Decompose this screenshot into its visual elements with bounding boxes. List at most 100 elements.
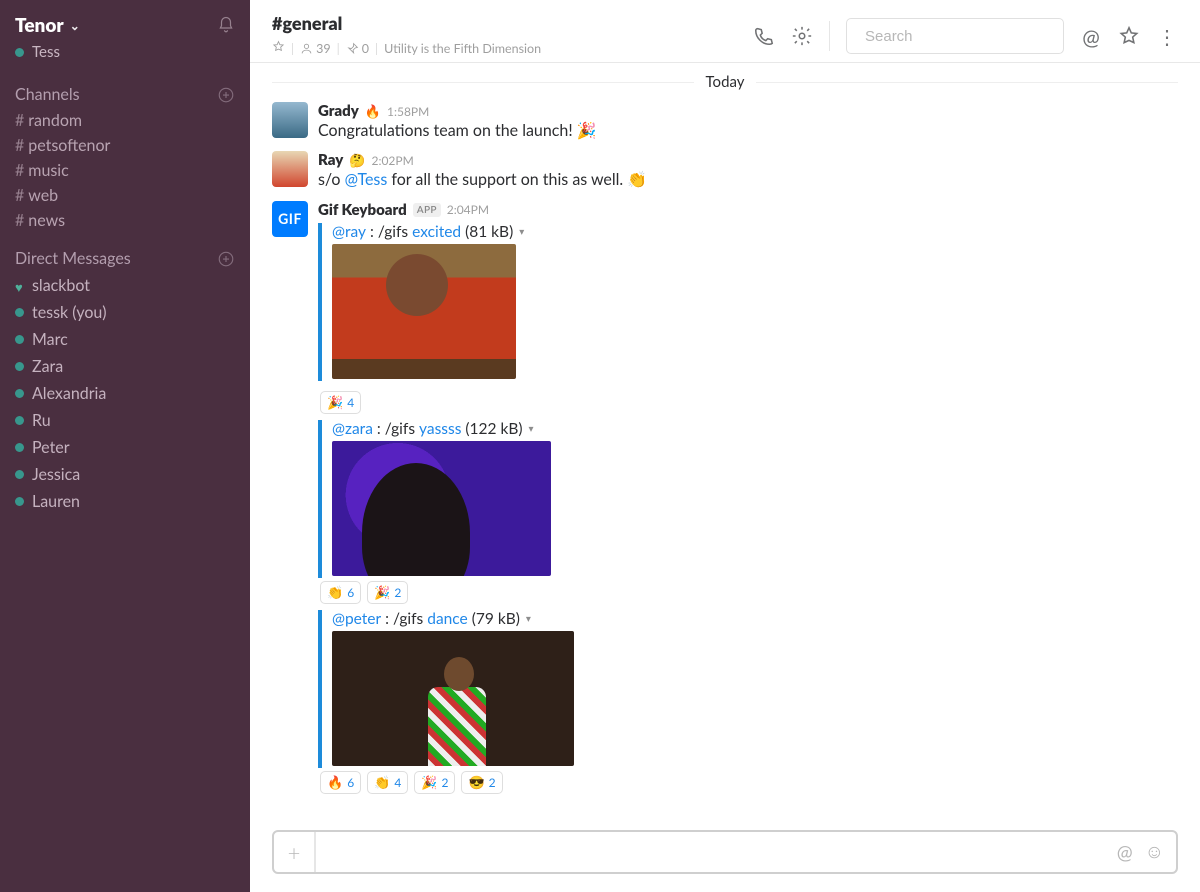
more-vert-icon[interactable]: ⋮ bbox=[1156, 25, 1178, 47]
hash-icon: # bbox=[15, 136, 24, 155]
status-emoji: 🤔 bbox=[349, 152, 365, 169]
channel-name: news bbox=[28, 211, 65, 230]
search-input[interactable] bbox=[865, 28, 1064, 45]
composer-mention-icon[interactable]: @ bbox=[1117, 841, 1133, 864]
channel-name: web bbox=[28, 186, 58, 205]
avatar[interactable] bbox=[272, 151, 308, 187]
emoji: 👏 bbox=[627, 170, 647, 189]
channels-heading[interactable]: Channels bbox=[15, 85, 80, 104]
presence-dot-icon bbox=[15, 48, 24, 57]
message-time: 2:02PM bbox=[372, 153, 414, 168]
workspace-switcher[interactable]: Tenor ⌄ bbox=[15, 14, 80, 37]
chevron-down-icon: ⌄ bbox=[70, 18, 80, 33]
attachment: @zara: /gifs yassss (122 kB) ▾ bbox=[318, 420, 1178, 578]
message-time: 1:58PM bbox=[387, 104, 429, 119]
dm-name: Ru bbox=[32, 411, 51, 430]
reaction-chip[interactable]: 🔥6 bbox=[320, 771, 361, 794]
hash-icon: # bbox=[15, 161, 24, 180]
presence-dot-icon bbox=[15, 416, 24, 425]
bell-icon[interactable] bbox=[217, 16, 235, 36]
phone-icon[interactable] bbox=[753, 25, 775, 47]
channel-title[interactable]: #general bbox=[272, 12, 541, 34]
dm-item[interactable]: Lauren bbox=[0, 488, 250, 515]
avatar[interactable] bbox=[272, 102, 308, 138]
channel-item[interactable]: #music bbox=[0, 158, 250, 183]
dm-name: Zara bbox=[32, 357, 63, 376]
dm-item[interactable]: Jessica bbox=[0, 461, 250, 488]
dm-item[interactable]: Marc bbox=[0, 326, 250, 353]
members-icon[interactable]: 39 bbox=[300, 41, 331, 56]
channel-header: #general | 39 | 0 | Utility is the Fifth… bbox=[250, 0, 1200, 63]
collapse-icon[interactable]: ▾ bbox=[526, 613, 531, 625]
mention[interactable]: @ray bbox=[332, 223, 366, 241]
hash-icon: # bbox=[15, 111, 24, 130]
avatar[interactable]: GIF bbox=[272, 201, 308, 237]
channel-list: #random #petsoftenor #music #web #news bbox=[0, 108, 250, 239]
dm-name: tessk (you) bbox=[32, 303, 107, 322]
pins-icon[interactable]: 0 bbox=[346, 41, 369, 56]
app-badge: APP bbox=[413, 203, 441, 217]
dm-name: slackbot bbox=[32, 276, 90, 295]
dm-item[interactable]: Zara bbox=[0, 353, 250, 380]
dm-item[interactable]: tessk (you) bbox=[0, 299, 250, 326]
channel-item[interactable]: #web bbox=[0, 183, 250, 208]
dm-item[interactable]: Ru bbox=[0, 407, 250, 434]
message: Grady 🔥 1:58PM Congratulations team on t… bbox=[272, 97, 1178, 146]
current-user-name: Tess bbox=[32, 43, 60, 61]
dm-name: Jessica bbox=[32, 465, 80, 484]
gif-keyword[interactable]: dance bbox=[427, 610, 467, 628]
presence-dot-icon bbox=[15, 335, 24, 344]
mention[interactable]: @peter bbox=[332, 610, 381, 628]
attachment: @peter: /gifs dance (79 kB) ▾ bbox=[318, 610, 1178, 768]
gif-preview[interactable] bbox=[332, 244, 516, 379]
dm-item[interactable]: Alexandria bbox=[0, 380, 250, 407]
add-channel-button[interactable] bbox=[217, 86, 235, 104]
presence-dot-icon bbox=[15, 470, 24, 479]
channel-name: music bbox=[28, 161, 69, 180]
status-emoji: 🔥 bbox=[365, 103, 381, 120]
gif-preview[interactable] bbox=[332, 441, 551, 576]
message-author[interactable]: Grady bbox=[318, 102, 359, 120]
hash-icon: # bbox=[15, 211, 24, 230]
reaction-chip[interactable]: 👏6 bbox=[320, 581, 361, 604]
reaction-chip[interactable]: 🎉4 bbox=[320, 391, 361, 414]
channel-name: random bbox=[28, 111, 82, 130]
message-author[interactable]: Ray bbox=[318, 151, 343, 169]
gear-icon[interactable] bbox=[791, 25, 813, 47]
reaction-chip[interactable]: 😎2 bbox=[461, 771, 502, 794]
reaction-chip[interactable]: 🎉2 bbox=[367, 581, 408, 604]
mention[interactable]: @Tess bbox=[345, 170, 388, 189]
hash-icon: # bbox=[15, 186, 24, 205]
dm-list: ♥slackbot tessk (you) Marc Zara Alexandr… bbox=[0, 272, 250, 521]
channel-item[interactable]: #news bbox=[0, 208, 250, 233]
add-dm-button[interactable] bbox=[217, 250, 235, 268]
message: Ray 🤔 2:02PM s/o @Tess for all the suppo… bbox=[272, 146, 1178, 195]
message-composer: + @ ☺ bbox=[272, 830, 1178, 874]
dm-item[interactable]: ♥slackbot bbox=[0, 272, 250, 299]
mention[interactable]: @zara bbox=[332, 420, 373, 438]
search-box[interactable] bbox=[846, 18, 1064, 54]
channel-item[interactable]: #random bbox=[0, 108, 250, 133]
dm-item[interactable]: Peter bbox=[0, 434, 250, 461]
reaction-bar: 👏6 🎉2 bbox=[320, 581, 1178, 604]
channel-item[interactable]: #petsoftenor bbox=[0, 133, 250, 158]
reaction-chip[interactable]: 🎉2 bbox=[414, 771, 455, 794]
channel-topic[interactable]: Utility is the Fifth Dimension bbox=[384, 41, 541, 56]
gif-keyword[interactable]: yassss bbox=[419, 420, 461, 438]
dm-name: Peter bbox=[32, 438, 70, 457]
gif-keyword[interactable]: excited bbox=[412, 223, 461, 241]
composer-input[interactable] bbox=[316, 832, 1105, 872]
gif-preview[interactable] bbox=[332, 631, 574, 766]
star-outline-icon[interactable] bbox=[1118, 25, 1140, 47]
current-user-row[interactable]: Tess bbox=[0, 41, 250, 75]
collapse-icon[interactable]: ▾ bbox=[529, 423, 534, 435]
composer-plus-button[interactable]: + bbox=[274, 832, 316, 872]
composer-emoji-icon[interactable]: ☺ bbox=[1145, 840, 1164, 864]
mentions-icon[interactable]: @ bbox=[1080, 25, 1102, 47]
star-icon[interactable] bbox=[272, 40, 285, 56]
collapse-icon[interactable]: ▾ bbox=[519, 226, 524, 238]
message-author[interactable]: Gif Keyboard bbox=[318, 201, 407, 219]
dm-heading[interactable]: Direct Messages bbox=[15, 249, 131, 268]
reaction-bar: 🔥6 👏4 🎉2 😎2 bbox=[320, 771, 1178, 794]
reaction-chip[interactable]: 👏4 bbox=[367, 771, 408, 794]
